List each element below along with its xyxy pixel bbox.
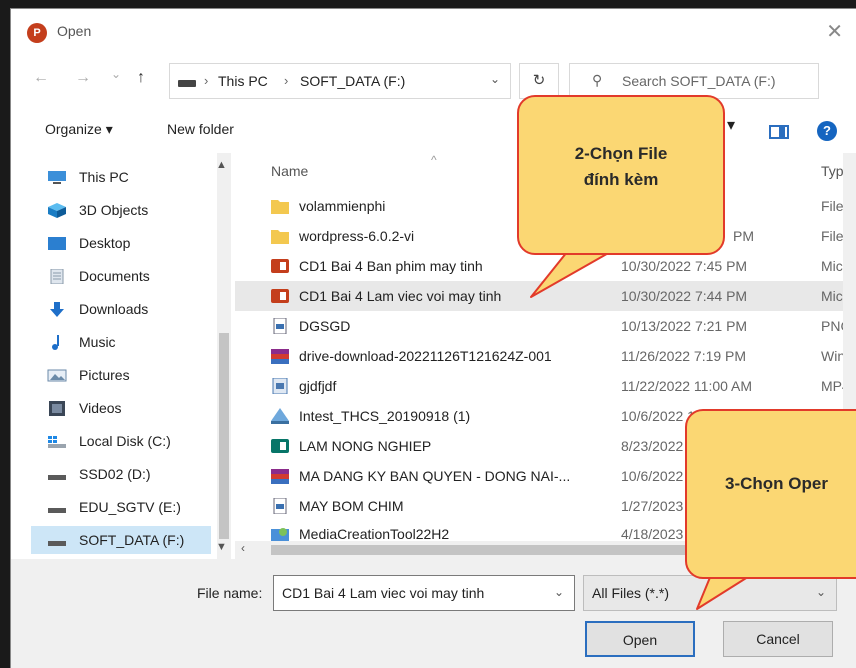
callout-step2: 2-Chọn File đính kèm <box>517 95 725 255</box>
callout-step2-text: 2-Chọn File đính kèm <box>574 144 668 189</box>
callout-step3-text: 3-Chọn Oper <box>725 474 828 493</box>
callout-step3: 3-Chọn Oper <box>685 409 856 579</box>
open-dialog: P Open ✕ ← → ⌄ ↑ › This PC › SOFT_DATA (… <box>10 8 856 668</box>
callout-tail-step3 <box>696 574 752 610</box>
